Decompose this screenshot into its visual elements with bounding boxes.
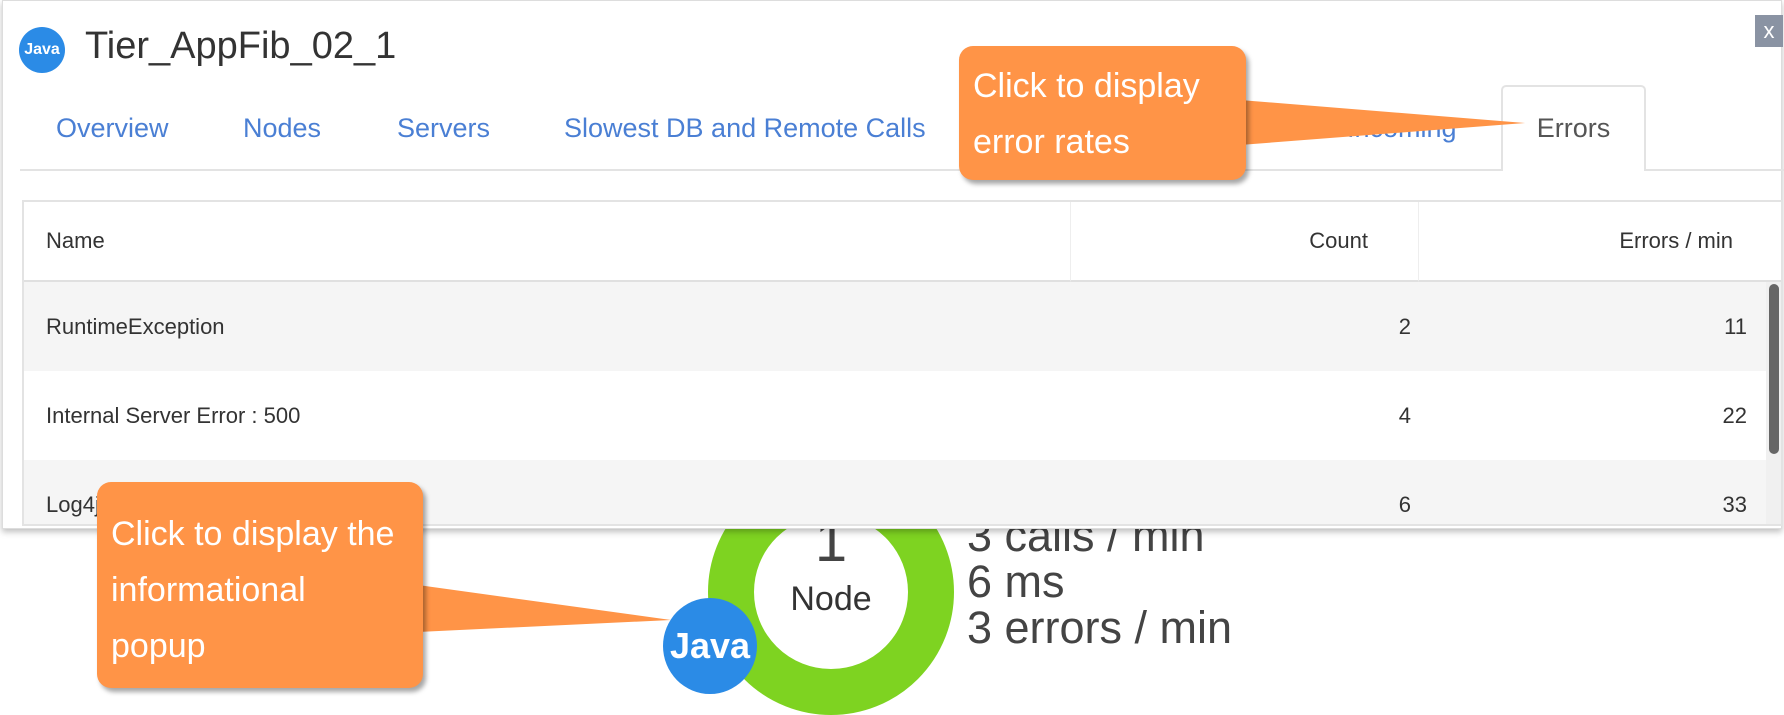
callout-info-popup: Click to display the informational popup: [97, 482, 423, 688]
callout-arrow-popup: [418, 585, 671, 632]
callout-arrow-errors: [1240, 100, 1525, 145]
callout-errors-tab: Click to display error rates: [959, 46, 1246, 180]
